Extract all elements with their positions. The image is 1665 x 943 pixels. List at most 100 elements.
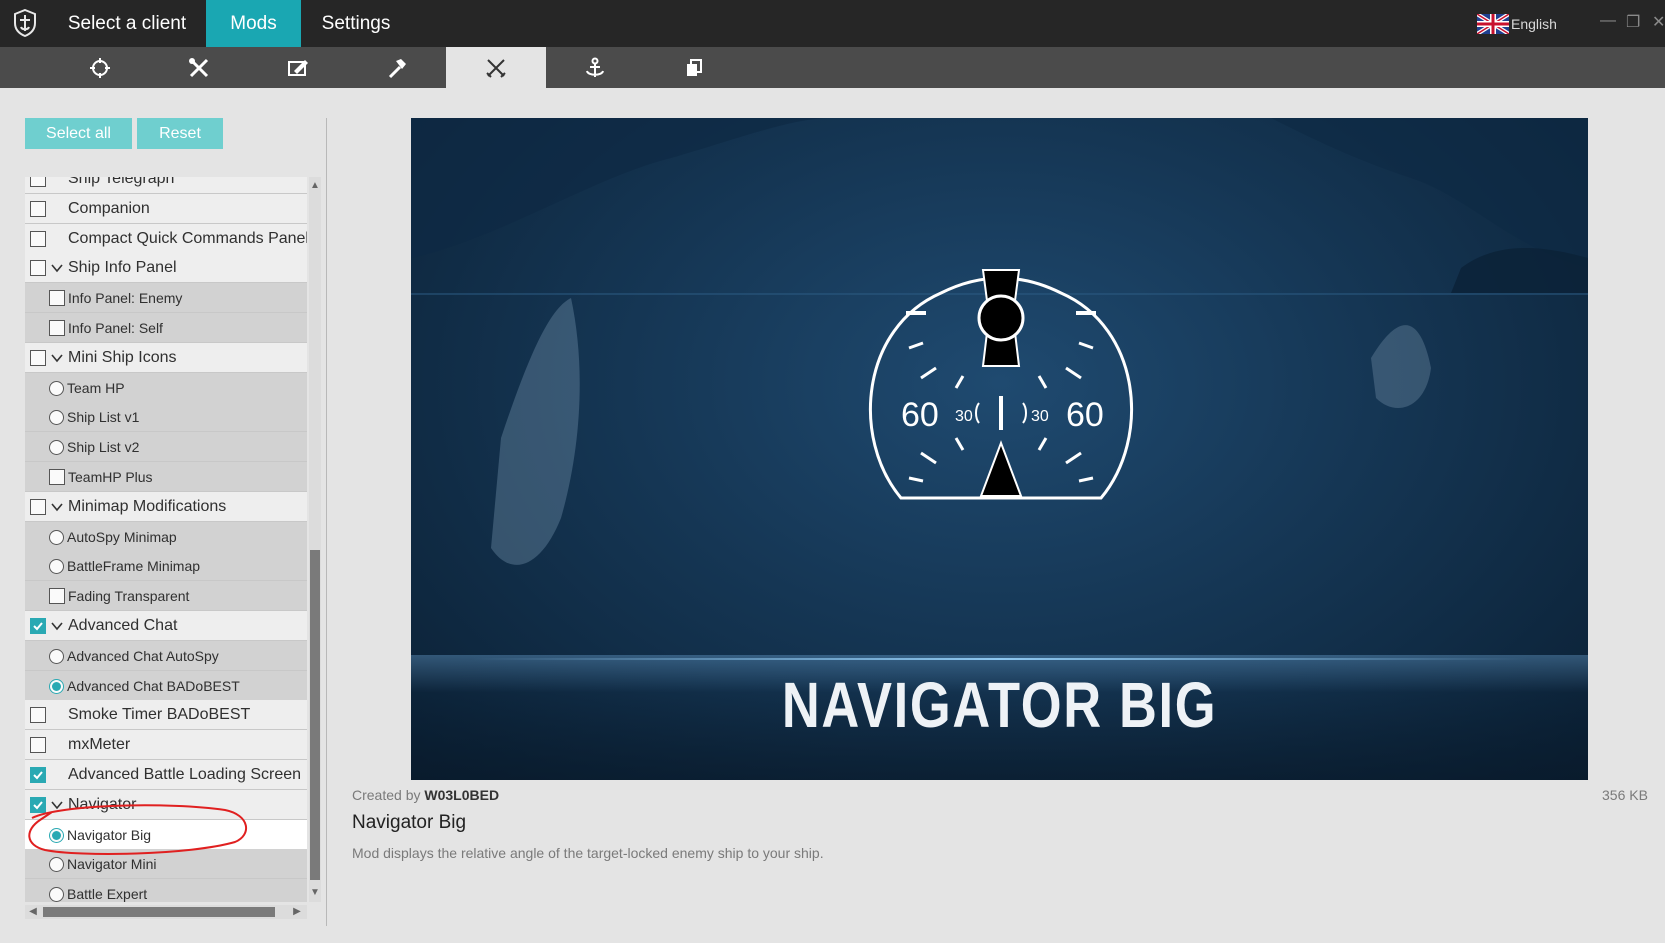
language-selector[interactable]: English — [1477, 14, 1557, 34]
mod-item-ship-list-v2[interactable]: Ship List v2 — [25, 432, 307, 462]
chevron-down-icon[interactable] — [50, 351, 64, 365]
mod-item-label: Smoke Timer BADoBEST — [68, 706, 251, 723]
radio-button[interactable] — [49, 529, 64, 545]
panel-edit-icon — [288, 59, 308, 76]
mod-item-info-panel-enemy[interactable]: Info Panel: Enemy — [25, 283, 307, 313]
radio-button[interactable] — [49, 558, 64, 574]
mod-item-label: Info Panel: Enemy — [68, 290, 183, 306]
checkmark-icon — [33, 771, 43, 780]
mod-list-horizontal-scrollbar[interactable]: ◀ ▶ — [25, 905, 307, 919]
chevron-down-icon[interactable] — [50, 619, 64, 633]
tab-mods[interactable]: Mods — [206, 0, 301, 47]
category-tab-copy[interactable] — [644, 47, 744, 88]
preview-title: NAVIGATOR BIG — [781, 669, 1218, 741]
panel-divider — [326, 118, 327, 926]
checkbox[interactable] — [49, 469, 65, 485]
gauge-label-left-30: 30 — [955, 408, 973, 425]
category-tab-panel[interactable] — [248, 47, 348, 88]
crosshair-icon — [90, 57, 110, 78]
chevron-down-icon[interactable] — [50, 500, 64, 514]
close-icon[interactable]: ✕ — [1652, 12, 1665, 32]
mod-item-advanced-chat-badobest[interactable]: Advanced Chat BADoBEST — [25, 671, 307, 701]
checkbox[interactable] — [30, 618, 46, 634]
author-name: W03L0BED — [424, 787, 500, 803]
checkbox[interactable] — [30, 767, 46, 783]
chevron-down-icon[interactable] — [50, 261, 64, 275]
mod-list-vertical-scrollbar[interactable]: ▲ ▼ — [309, 177, 321, 902]
mod-item-label: Advanced Chat BADoBEST — [67, 678, 240, 694]
mod-item-autospy-minimap[interactable]: AutoSpy Minimap — [25, 522, 307, 552]
mod-item-minimap-modifications[interactable]: Minimap Modifications — [25, 492, 307, 522]
radio-button[interactable] — [49, 409, 64, 425]
mod-item-advanced-chat-autospy[interactable]: Advanced Chat AutoSpy — [25, 641, 307, 671]
mod-item-label: Battle Expert — [67, 886, 148, 902]
tab-select-client[interactable]: Select a client — [52, 0, 202, 47]
mod-item-label: Companion — [68, 200, 150, 217]
mod-item-ship-info-panel[interactable]: Ship Info Panel — [25, 253, 307, 283]
mod-item-smoke-timer-badobest[interactable]: Smoke Timer BADoBEST — [25, 700, 307, 730]
mod-item-ship-list-v1[interactable]: Ship List v1 — [25, 402, 307, 432]
category-tab-hammer[interactable] — [347, 47, 447, 88]
checkbox[interactable] — [30, 177, 46, 187]
mod-item-advanced-chat[interactable]: Advanced Chat — [25, 611, 307, 641]
navigator-gauge: 60 30 30 60 — [868, 269, 1134, 500]
mod-item-label: Ship List v2 — [67, 439, 140, 455]
mod-item-label: Advanced Chat AutoSpy — [67, 648, 219, 664]
minimize-icon[interactable]: — — [1600, 12, 1616, 30]
restore-icon[interactable]: ❐ — [1626, 12, 1640, 32]
category-tab-crosshair[interactable] — [50, 47, 150, 88]
mod-item-advanced-battle-loading-screen[interactable]: Advanced Battle Loading Screen — [25, 760, 307, 790]
mod-item-label: Ship Info Panel — [68, 259, 177, 276]
title-banner-line — [471, 658, 1528, 660]
horizontal-scroll-thumb[interactable] — [43, 907, 275, 917]
mod-author: Created by W03L0BED — [352, 787, 499, 803]
checkbox[interactable] — [30, 350, 46, 366]
scroll-down-icon[interactable]: ▼ — [309, 886, 321, 900]
category-tab-anchor[interactable] — [545, 47, 645, 88]
mod-item-battleframe-minimap[interactable]: BattleFrame Minimap — [25, 551, 307, 581]
select-all-button[interactable]: Select all — [25, 118, 132, 149]
mod-item-info-panel-self[interactable]: Info Panel: Self — [25, 313, 307, 343]
radio-button[interactable] — [49, 678, 64, 694]
checkbox[interactable] — [30, 499, 46, 515]
scroll-thumb[interactable] — [310, 550, 320, 880]
mod-item-label: Fading Transparent — [68, 588, 190, 604]
reset-button[interactable]: Reset — [137, 118, 223, 149]
checkbox[interactable] — [49, 320, 65, 336]
scroll-left-icon[interactable]: ◀ — [27, 905, 39, 919]
radio-button[interactable] — [49, 648, 64, 664]
mod-item-companion[interactable]: Companion — [25, 194, 307, 224]
created-by-prefix: Created by — [352, 787, 421, 803]
uk-flag-icon — [1477, 14, 1509, 34]
mod-item-label: Ship List v1 — [67, 409, 140, 425]
radio-button[interactable] — [49, 439, 64, 455]
scroll-right-icon[interactable]: ▶ — [291, 905, 303, 919]
tab-settings[interactable]: Settings — [301, 0, 411, 47]
mod-name: Navigator Big — [352, 812, 467, 833]
mod-item-teamhp-plus[interactable]: TeamHP Plus — [25, 462, 307, 492]
checkbox[interactable] — [30, 707, 46, 723]
checkbox[interactable] — [49, 290, 65, 306]
mod-item-mini-ship-icons[interactable]: Mini Ship Icons — [25, 343, 307, 373]
mod-item-label: mxMeter — [68, 736, 131, 753]
mod-item-battle-expert[interactable]: Battle Expert — [25, 879, 307, 902]
radio-button[interactable] — [49, 886, 64, 902]
mod-list: Ship Telegraph Companion Compact Quick Com… — [25, 177, 307, 902]
mod-item-compact-quick-commands-panel[interactable]: Compact Quick Commands Panel — [25, 224, 307, 254]
mod-item-team-hp[interactable]: Team HP — [25, 373, 307, 403]
mod-item-label: Compact Quick Commands Panel — [68, 230, 307, 247]
hammer-icon — [388, 58, 406, 78]
mod-item-fading-transparent[interactable]: Fading Transparent — [25, 581, 307, 611]
checkbox[interactable] — [30, 260, 46, 276]
checkbox[interactable] — [30, 737, 46, 753]
scroll-up-icon[interactable]: ▲ — [309, 179, 321, 193]
category-tab-battle[interactable] — [446, 47, 546, 88]
radio-button[interactable] — [49, 380, 64, 396]
checkbox[interactable] — [49, 588, 65, 604]
mod-item-mxmeter[interactable]: mxMeter — [25, 730, 307, 760]
mod-size: 356 KB — [1602, 787, 1648, 803]
checkbox[interactable] — [30, 201, 46, 217]
mod-item-ship-telegraph[interactable]: Ship Telegraph — [25, 177, 307, 194]
checkbox[interactable] — [30, 231, 46, 247]
category-tab-tools[interactable] — [149, 47, 249, 88]
